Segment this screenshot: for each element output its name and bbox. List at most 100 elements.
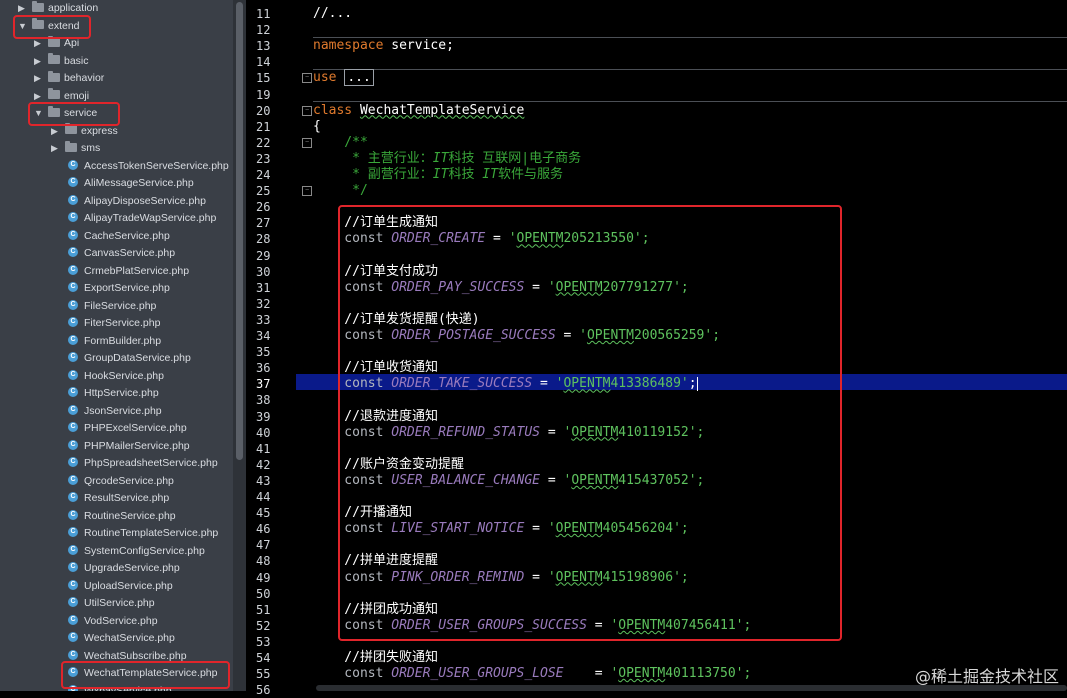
- tree-file[interactable]: C AlipayTradeWapService.php: [68, 210, 216, 227]
- tree-file[interactable]: C FileService.php: [68, 298, 156, 315]
- code-line[interactable]: /**: [313, 135, 368, 151]
- line-number: 38: [256, 393, 271, 408]
- tree-file[interactable]: C RoutineTemplateService.php: [68, 525, 218, 542]
- code-line[interactable]: //...: [313, 6, 352, 22]
- code-token: WechatTemplateService: [359, 102, 525, 118]
- tree-file[interactable]: C HttpService.php: [68, 385, 159, 402]
- php-class-icon: C: [68, 439, 78, 450]
- line-number: 40: [256, 425, 271, 440]
- tree-file[interactable]: C CacheService.php: [68, 228, 170, 245]
- code-line[interactable]: {: [313, 119, 321, 135]
- tree-file[interactable]: C ExportService.php: [68, 280, 170, 297]
- tree-file[interactable]: C FormBuilder.php: [68, 333, 161, 350]
- code-token: 软件与服务: [497, 167, 563, 182]
- line-number: 27: [256, 216, 271, 231]
- php-class-icon: C: [68, 562, 78, 573]
- tree-file[interactable]: C AlipayDisposeService.php: [68, 193, 206, 210]
- tree-item-label: HookService.php: [84, 369, 164, 382]
- php-class-icon: C: [68, 352, 78, 363]
- tree-file[interactable]: C PHPMailerService.php: [68, 438, 190, 455]
- code-line[interactable]: * 主营行业：IT科技 互联网|电子商务: [313, 151, 581, 167]
- code-token: service;: [391, 38, 454, 54]
- code-token: * 主营行业：: [313, 150, 433, 166]
- tree-file[interactable]: C FiterService.php: [68, 315, 160, 332]
- line-number: 29: [256, 248, 271, 263]
- tree-file[interactable]: C CrmebPlatService.php: [68, 263, 189, 280]
- tree-item-label: FileService.php: [84, 299, 157, 312]
- watermark-text: @稀土掘金技术社区: [914, 667, 1059, 686]
- php-class-icon: C: [68, 597, 78, 608]
- tree-file[interactable]: C UploadService.php: [68, 578, 173, 595]
- collapsed-arrow-icon[interactable]: ▶: [51, 140, 65, 157]
- code-line[interactable]: class WechatTemplateService: [313, 103, 524, 119]
- line-number: 36: [256, 361, 271, 376]
- tree-folder-sms[interactable]: ▶ sms: [51, 140, 100, 157]
- php-class-icon: C: [68, 474, 78, 485]
- php-class-icon: C: [68, 632, 78, 643]
- php-class-icon: C: [68, 177, 78, 188]
- line-number: 31: [256, 280, 271, 295]
- tree-folder-basic[interactable]: ▶ basic: [34, 53, 89, 70]
- fold-toggle-icon[interactable]: −: [302, 73, 312, 84]
- fold-toggle-icon[interactable]: −: [302, 137, 312, 148]
- code-token: * 副营行业：: [313, 167, 433, 182]
- tree-item-label: emoji: [64, 89, 90, 102]
- tree-file[interactable]: C CanvasService.php: [68, 245, 175, 262]
- line-number: 35: [256, 345, 271, 360]
- php-class-icon: C: [68, 422, 78, 433]
- fold-toggle-icon[interactable]: −: [302, 105, 312, 116]
- php-class-icon: C: [68, 509, 78, 520]
- php-class-icon: C: [68, 457, 78, 468]
- tree-file[interactable]: C GroupDataService.php: [68, 350, 191, 367]
- tree-file[interactable]: C UpgradeService.php: [68, 560, 180, 577]
- tree-file[interactable]: C VodService.php: [68, 613, 158, 630]
- line-number: 21: [256, 119, 271, 134]
- tree-item-label: application: [48, 2, 99, 14]
- php-class-icon: C: [68, 387, 78, 398]
- tree-folder-behavior[interactable]: ▶ behavior: [34, 70, 104, 87]
- tree-item-label: AccessTokenServeService.php: [84, 159, 229, 172]
- line-number: 37: [256, 377, 271, 392]
- tree-file[interactable]: C AliMessageService.php: [68, 175, 194, 192]
- php-class-icon: C: [68, 369, 78, 380]
- tree-file[interactable]: C PhpSpreadsheetService.php: [68, 455, 218, 472]
- tree-item-label: SystemConfigService.php: [84, 544, 205, 557]
- code-token: class: [313, 102, 360, 118]
- tree-file[interactable]: C AccessTokenServeService.php: [68, 158, 229, 175]
- fold-toggle-icon[interactable]: −: [302, 186, 312, 197]
- tree-item-label: UtilService.php: [84, 597, 155, 609]
- code-token: ORDER_USER_GROUPS_LOSE: [391, 666, 564, 682]
- folder-icon: [32, 0, 44, 12]
- tree-item-label: RoutineService.php: [84, 509, 176, 522]
- tree-file[interactable]: C QrcodeService.php: [68, 473, 174, 490]
- tree-file[interactable]: C ResultService.php: [68, 490, 169, 507]
- tree-file[interactable]: C UtilService.php: [68, 595, 155, 612]
- highlight-extend-folder: [13, 15, 91, 39]
- code-line[interactable]: use ...: [313, 69, 374, 87]
- tree-item-label: CacheService.php: [84, 229, 170, 242]
- code-token: //...: [313, 6, 353, 21]
- tree-file[interactable]: C JsonService.php: [68, 403, 162, 420]
- line-number: 52: [256, 618, 271, 633]
- collapsed-arrow-icon[interactable]: ▶: [34, 70, 48, 87]
- collapsed-arrow-icon[interactable]: ▶: [34, 53, 48, 70]
- sidebar-scrollbar-thumb[interactable]: [236, 2, 243, 460]
- line-number: 42: [256, 457, 271, 472]
- code-editor[interactable]: 11 12 13 14 15 19 20 21 22 23 24 25 26 27 28 29 30 31 32 33…: [246, 0, 1067, 697]
- line-number: 26: [256, 200, 271, 215]
- tree-item-label: PhpSpreadsheetService.php: [84, 457, 218, 469]
- code-line[interactable]: const ORDER_USER_GROUPS_LOSE = 'OPENTM40…: [313, 666, 751, 682]
- code-line[interactable]: //拼团失败通知: [313, 650, 438, 666]
- tree-item-label: QrcodeService.php: [84, 474, 174, 487]
- tree-file[interactable]: C SystemConfigService.php: [68, 543, 205, 560]
- code-line[interactable]: namespace service;: [313, 38, 454, 54]
- tree-file[interactable]: C WechatService.php: [68, 630, 175, 647]
- highlight-service-folder: [28, 102, 120, 126]
- tree-file[interactable]: C PHPExcelService.php: [68, 420, 187, 437]
- tree-file[interactable]: C RoutineService.php: [68, 508, 176, 525]
- code-line[interactable]: * 副营行业：IT科技 IT软件与服务: [313, 167, 563, 183]
- line-number: 12: [256, 23, 271, 38]
- code-line[interactable]: */: [313, 183, 368, 199]
- line-number: 22: [256, 135, 271, 150]
- tree-file[interactable]: C HookService.php: [68, 368, 164, 385]
